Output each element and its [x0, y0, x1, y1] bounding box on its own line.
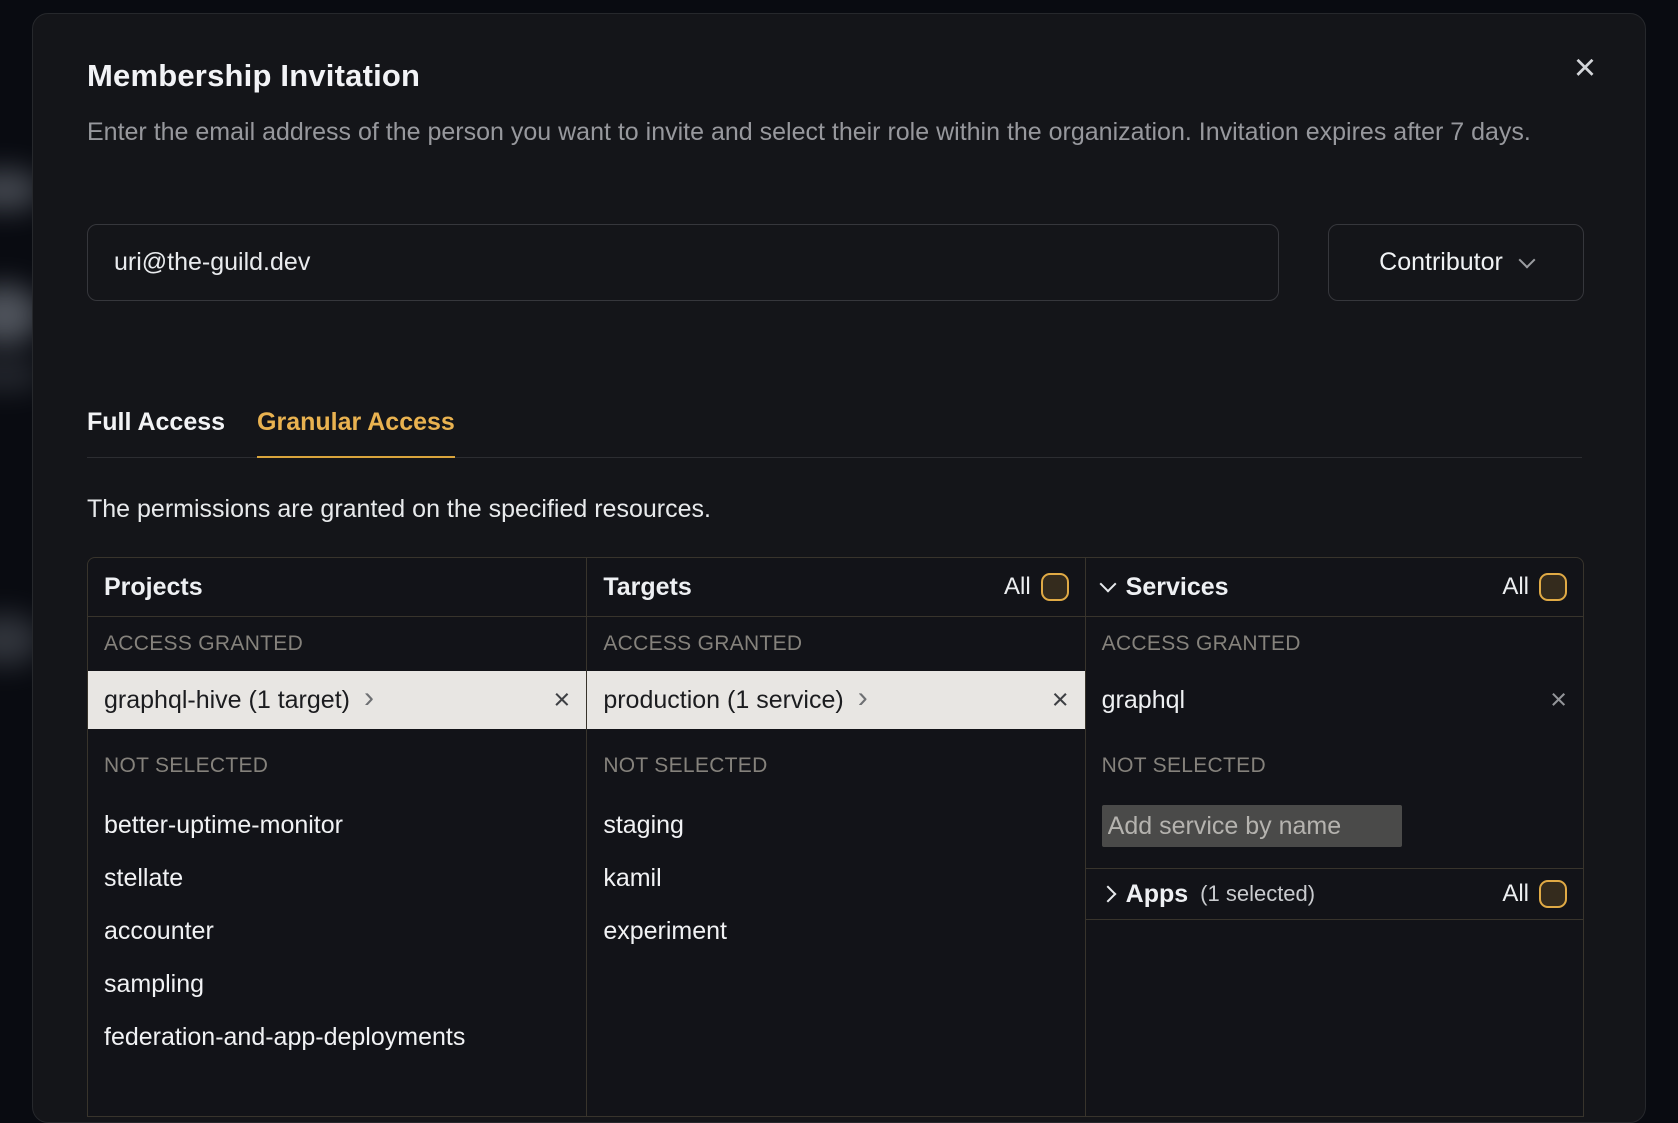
services-column: Services All ACCESS GRANTED graphql × NO…: [1085, 558, 1583, 1116]
not-selected-label: NOT SELECTED: [603, 753, 1068, 779]
resource-permissions-panel: Projects ACCESS GRANTED graphql-hive (1 …: [87, 557, 1584, 1117]
projects-header-label: Projects: [104, 573, 203, 602]
membership-invitation-modal: × Membership Invitation Enter the email …: [32, 13, 1646, 1123]
services-all-label: All: [1502, 573, 1529, 601]
access-granted-label: ACCESS GRANTED: [1102, 631, 1567, 657]
apps-label: Apps: [1126, 880, 1189, 909]
tab-full-access[interactable]: Full Access: [87, 408, 225, 458]
selected-target-name: production (1 service): [603, 686, 843, 715]
apps-all-wrap: All: [1502, 880, 1567, 908]
permissions-note: The permissions are granted on the speci…: [87, 494, 711, 524]
target-list-item[interactable]: experiment: [587, 905, 1084, 958]
chevron-right-icon: [1099, 886, 1116, 903]
tab-granular-access[interactable]: Granular Access: [257, 408, 455, 458]
project-list-item[interactable]: stellate: [88, 852, 586, 905]
access-granted-label: ACCESS GRANTED: [104, 631, 570, 657]
targets-list: staging kamil experiment: [587, 799, 1084, 958]
target-list-item[interactable]: kamil: [587, 852, 1084, 905]
background-page-blur: [0, 0, 34, 1076]
services-header-label: Services: [1126, 573, 1229, 602]
services-all-wrap: All: [1502, 573, 1567, 601]
close-icon[interactable]: ×: [1565, 48, 1605, 88]
chevron-down-icon: [1099, 576, 1116, 593]
not-selected-label: NOT SELECTED: [104, 753, 570, 779]
project-list-item[interactable]: better-uptime-monitor: [88, 799, 586, 852]
add-service-input[interactable]: [1102, 805, 1402, 847]
targets-all-checkbox[interactable]: [1041, 573, 1069, 601]
email-input[interactable]: [87, 224, 1279, 301]
project-list-item[interactable]: federation-and-app-deployments: [88, 1011, 586, 1064]
granted-service-name: graphql: [1102, 686, 1185, 715]
project-list-item[interactable]: accounter: [88, 905, 586, 958]
granted-service-row: graphql ×: [1086, 671, 1583, 729]
apps-selected-count: (1 selected): [1200, 881, 1315, 907]
apps-section-row[interactable]: Apps (1 selected) All: [1086, 868, 1583, 920]
projects-header: Projects: [88, 558, 586, 617]
modal-title: Membership Invitation: [87, 58, 420, 94]
targets-header-label: Targets: [603, 573, 691, 602]
role-select[interactable]: Contributor: [1328, 224, 1584, 301]
targets-all-label: All: [1004, 573, 1031, 601]
modal-description: Enter the email address of the person yo…: [87, 114, 1587, 151]
selected-target-row[interactable]: production (1 service) › ×: [587, 671, 1084, 729]
selected-project-name: graphql-hive (1 target): [104, 686, 350, 715]
targets-column: Targets All ACCESS GRANTED production (1…: [586, 558, 1084, 1116]
projects-list: better-uptime-monitor stellate accounter…: [88, 799, 586, 1064]
project-list-item[interactable]: sampling: [88, 958, 586, 1011]
services-all-checkbox[interactable]: [1539, 573, 1567, 601]
target-list-item[interactable]: staging: [587, 799, 1084, 852]
selected-project-row[interactable]: graphql-hive (1 target) › ×: [88, 671, 586, 729]
apps-all-checkbox[interactable]: [1539, 880, 1567, 908]
services-header[interactable]: Services All: [1086, 558, 1583, 617]
access-tabs: Full Access Granular Access: [87, 408, 1582, 458]
not-selected-label: NOT SELECTED: [1102, 753, 1567, 779]
chevron-down-icon: [1518, 251, 1535, 268]
role-select-value: Contributor: [1379, 248, 1503, 277]
projects-column: Projects ACCESS GRANTED graphql-hive (1 …: [88, 558, 586, 1116]
targets-all-wrap: All: [1004, 573, 1069, 601]
access-granted-label: ACCESS GRANTED: [603, 631, 1068, 657]
apps-all-label: All: [1502, 880, 1529, 908]
targets-header: Targets All: [587, 558, 1084, 617]
